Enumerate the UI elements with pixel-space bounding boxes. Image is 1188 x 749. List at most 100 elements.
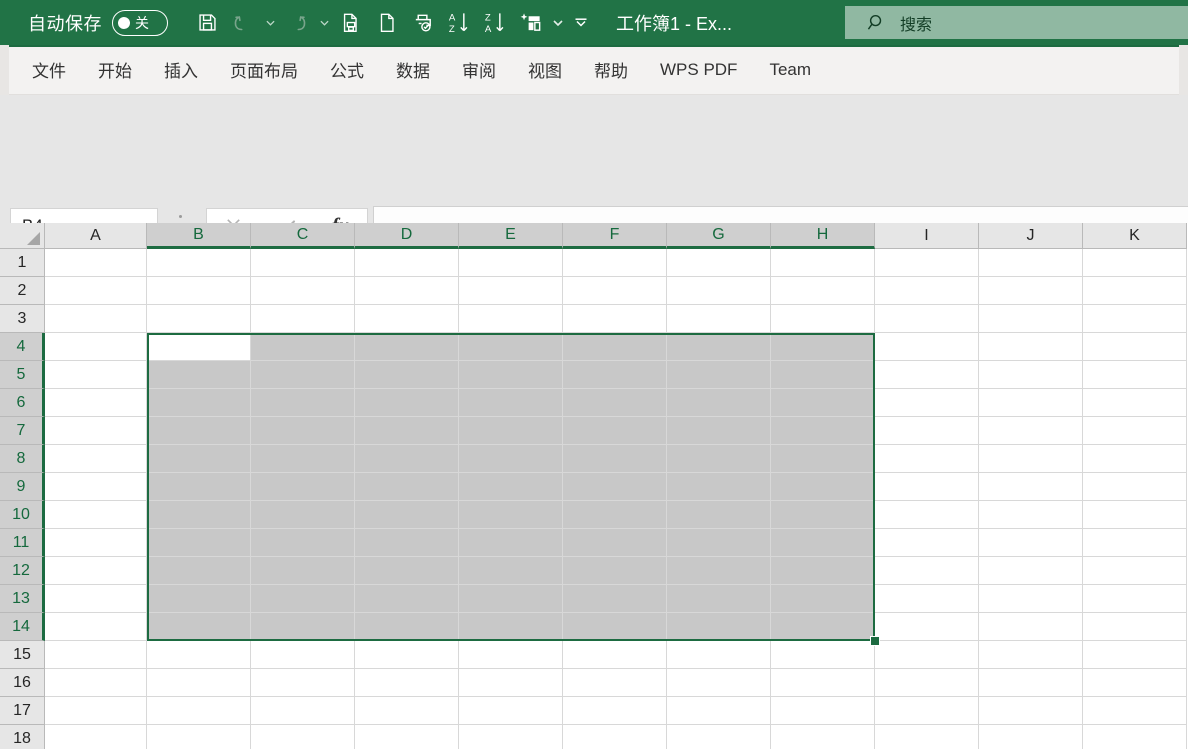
row-header-17[interactable]: 17 (0, 697, 45, 725)
cell-H7[interactable] (771, 417, 875, 445)
cell-D18[interactable] (355, 725, 459, 749)
cell-A11[interactable] (45, 529, 147, 557)
cell-H17[interactable] (771, 697, 875, 725)
cell-A10[interactable] (45, 501, 147, 529)
select-all-button[interactable] (0, 223, 45, 249)
cell-E6[interactable] (459, 389, 563, 417)
cell-B12[interactable] (147, 557, 251, 585)
cell-K9[interactable] (1083, 473, 1187, 501)
cell-H10[interactable] (771, 501, 875, 529)
cell-D13[interactable] (355, 585, 459, 613)
autosave-toggle[interactable]: 关 (112, 9, 168, 36)
row-header-5[interactable]: 5 (0, 361, 45, 389)
cell-F1[interactable] (563, 249, 667, 277)
cell-G15[interactable] (667, 641, 771, 669)
cell-G17[interactable] (667, 697, 771, 725)
cell-F15[interactable] (563, 641, 667, 669)
cell-H9[interactable] (771, 473, 875, 501)
ribbon-tab-11[interactable]: Team (753, 45, 827, 94)
cell-F11[interactable] (563, 529, 667, 557)
cell-D4[interactable] (355, 333, 459, 361)
row-header-10[interactable]: 10 (0, 501, 45, 529)
cell-I16[interactable] (875, 669, 979, 697)
cell-G3[interactable] (667, 305, 771, 333)
cell-J15[interactable] (979, 641, 1083, 669)
sort-ascending-button[interactable]: A Z (442, 6, 476, 40)
cell-H4[interactable] (771, 333, 875, 361)
cell-J11[interactable] (979, 529, 1083, 557)
cell-K1[interactable] (1083, 249, 1187, 277)
cell-H8[interactable] (771, 445, 875, 473)
cell-H14[interactable] (771, 613, 875, 641)
cell-B9[interactable] (147, 473, 251, 501)
cell-J6[interactable] (979, 389, 1083, 417)
row-header-3[interactable]: 3 (0, 305, 45, 333)
cell-C3[interactable] (251, 305, 355, 333)
ribbon-tab-5[interactable]: 公式 (314, 45, 380, 94)
row-header-4[interactable]: 4 (0, 333, 45, 361)
cell-B1[interactable] (147, 249, 251, 277)
cell-D17[interactable] (355, 697, 459, 725)
cell-F12[interactable] (563, 557, 667, 585)
cell-J3[interactable] (979, 305, 1083, 333)
cell-J5[interactable] (979, 361, 1083, 389)
cell-C8[interactable] (251, 445, 355, 473)
cell-E8[interactable] (459, 445, 563, 473)
cell-E10[interactable] (459, 501, 563, 529)
cell-G12[interactable] (667, 557, 771, 585)
cell-J2[interactable] (979, 277, 1083, 305)
cell-B17[interactable] (147, 697, 251, 725)
cell-G1[interactable] (667, 249, 771, 277)
sort-descending-button[interactable]: Z A (478, 6, 512, 40)
redo-dropdown[interactable] (316, 6, 332, 40)
cell-D11[interactable] (355, 529, 459, 557)
cell-A9[interactable] (45, 473, 147, 501)
cell-G5[interactable] (667, 361, 771, 389)
row-header-16[interactable]: 16 (0, 669, 45, 697)
cell-B7[interactable] (147, 417, 251, 445)
cell-J14[interactable] (979, 613, 1083, 641)
row-header-18[interactable]: 18 (0, 725, 45, 749)
cell-A13[interactable] (45, 585, 147, 613)
cell-C11[interactable] (251, 529, 355, 557)
cell-A4[interactable] (45, 333, 147, 361)
cell-B14[interactable] (147, 613, 251, 641)
new-table-button[interactable] (514, 6, 548, 40)
cell-E15[interactable] (459, 641, 563, 669)
cell-K2[interactable] (1083, 277, 1187, 305)
redo-button[interactable] (280, 6, 314, 40)
cell-E16[interactable] (459, 669, 563, 697)
cell-K3[interactable] (1083, 305, 1187, 333)
cell-G16[interactable] (667, 669, 771, 697)
cell-E13[interactable] (459, 585, 563, 613)
undo-dropdown[interactable] (262, 6, 278, 40)
cell-D3[interactable] (355, 305, 459, 333)
cell-A8[interactable] (45, 445, 147, 473)
cell-A3[interactable] (45, 305, 147, 333)
column-header-B[interactable]: B (147, 223, 251, 249)
cell-F18[interactable] (563, 725, 667, 749)
cell-K17[interactable] (1083, 697, 1187, 725)
cell-G7[interactable] (667, 417, 771, 445)
cell-F9[interactable] (563, 473, 667, 501)
cell-E11[interactable] (459, 529, 563, 557)
cell-F17[interactable] (563, 697, 667, 725)
row-header-7[interactable]: 7 (0, 417, 45, 445)
cell-K4[interactable] (1083, 333, 1187, 361)
row-header-12[interactable]: 12 (0, 557, 45, 585)
ribbon-tab-2[interactable]: 开始 (82, 45, 148, 94)
cell-J18[interactable] (979, 725, 1083, 749)
cell-J12[interactable] (979, 557, 1083, 585)
row-header-11[interactable]: 11 (0, 529, 45, 557)
cell-G2[interactable] (667, 277, 771, 305)
cell-H6[interactable] (771, 389, 875, 417)
cell-C7[interactable] (251, 417, 355, 445)
cell-C5[interactable] (251, 361, 355, 389)
cell-F8[interactable] (563, 445, 667, 473)
cell-I1[interactable] (875, 249, 979, 277)
column-header-H[interactable]: H (771, 223, 875, 249)
cell-I13[interactable] (875, 585, 979, 613)
cell-D15[interactable] (355, 641, 459, 669)
cell-C18[interactable] (251, 725, 355, 749)
cell-K5[interactable] (1083, 361, 1187, 389)
